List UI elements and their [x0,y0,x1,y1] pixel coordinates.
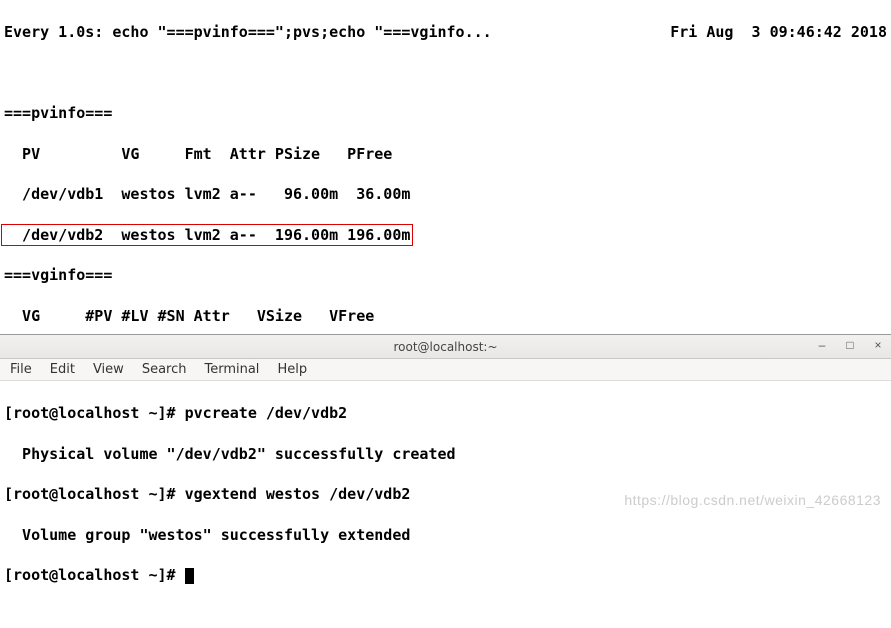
window-controls: – □ × [815,338,885,352]
menu-terminal[interactable]: Terminal [204,362,259,377]
terminal-window: root@localhost:~ – □ × File Edit View Se… [0,334,891,628]
pv-row: /dev/vdb1 westos lvm2 a-- 96.00m 36.00m [4,184,887,204]
menu-search[interactable]: Search [142,362,187,377]
pv-row-text: /dev/vdb2 westos lvm2 a-- 196.00m 196.00… [4,226,410,244]
pv-row-highlighted: /dev/vdb2 westos lvm2 a-- 196.00m 196.00… [4,225,887,245]
watch-header: Every 1.0s: echo "===pvinfo===";pvs;echo… [4,22,887,42]
watermark: https://blog.csdn.net/weixin_42668123 [624,492,881,508]
maximize-button[interactable]: □ [843,338,857,352]
watch-cmd: Every 1.0s: echo "===pvinfo===";pvs;echo… [4,22,492,42]
window-title: root@localhost:~ [393,340,497,354]
terminal-line: Volume group "westos" successfully exten… [4,525,887,545]
menu-view[interactable]: View [93,362,124,377]
close-button[interactable]: × [871,338,885,352]
menu-edit[interactable]: Edit [50,362,75,377]
menubar: File Edit View Search Terminal Help [0,359,891,381]
menu-file[interactable]: File [10,362,32,377]
terminal-line: Physical volume "/dev/vdb2" successfully… [4,444,887,464]
terminal-prompt: [root@localhost ~]# [4,566,185,584]
pvinfo-section: ===pvinfo=== [4,103,887,123]
vg-header: VG #PV #LV #SN Attr VSize VFree [4,306,887,326]
terminal-prompt-line: [root@localhost ~]# [4,565,887,585]
window-titlebar[interactable]: root@localhost:~ – □ × [0,335,891,359]
terminal-line: [root@localhost ~]# pvcreate /dev/vdb2 [4,403,887,423]
cursor-icon [185,568,194,584]
watch-timestamp: Fri Aug 3 09:46:42 2018 [670,22,887,42]
blank-line [4,63,887,83]
pv-header: PV VG Fmt Attr PSize PFree [4,144,887,164]
highlight-box: /dev/vdb2 westos lvm2 a-- 196.00m 196.00… [1,224,413,246]
menu-help[interactable]: Help [277,362,307,377]
minimize-button[interactable]: – [815,338,829,352]
vginfo-section: ===vginfo=== [4,265,887,285]
